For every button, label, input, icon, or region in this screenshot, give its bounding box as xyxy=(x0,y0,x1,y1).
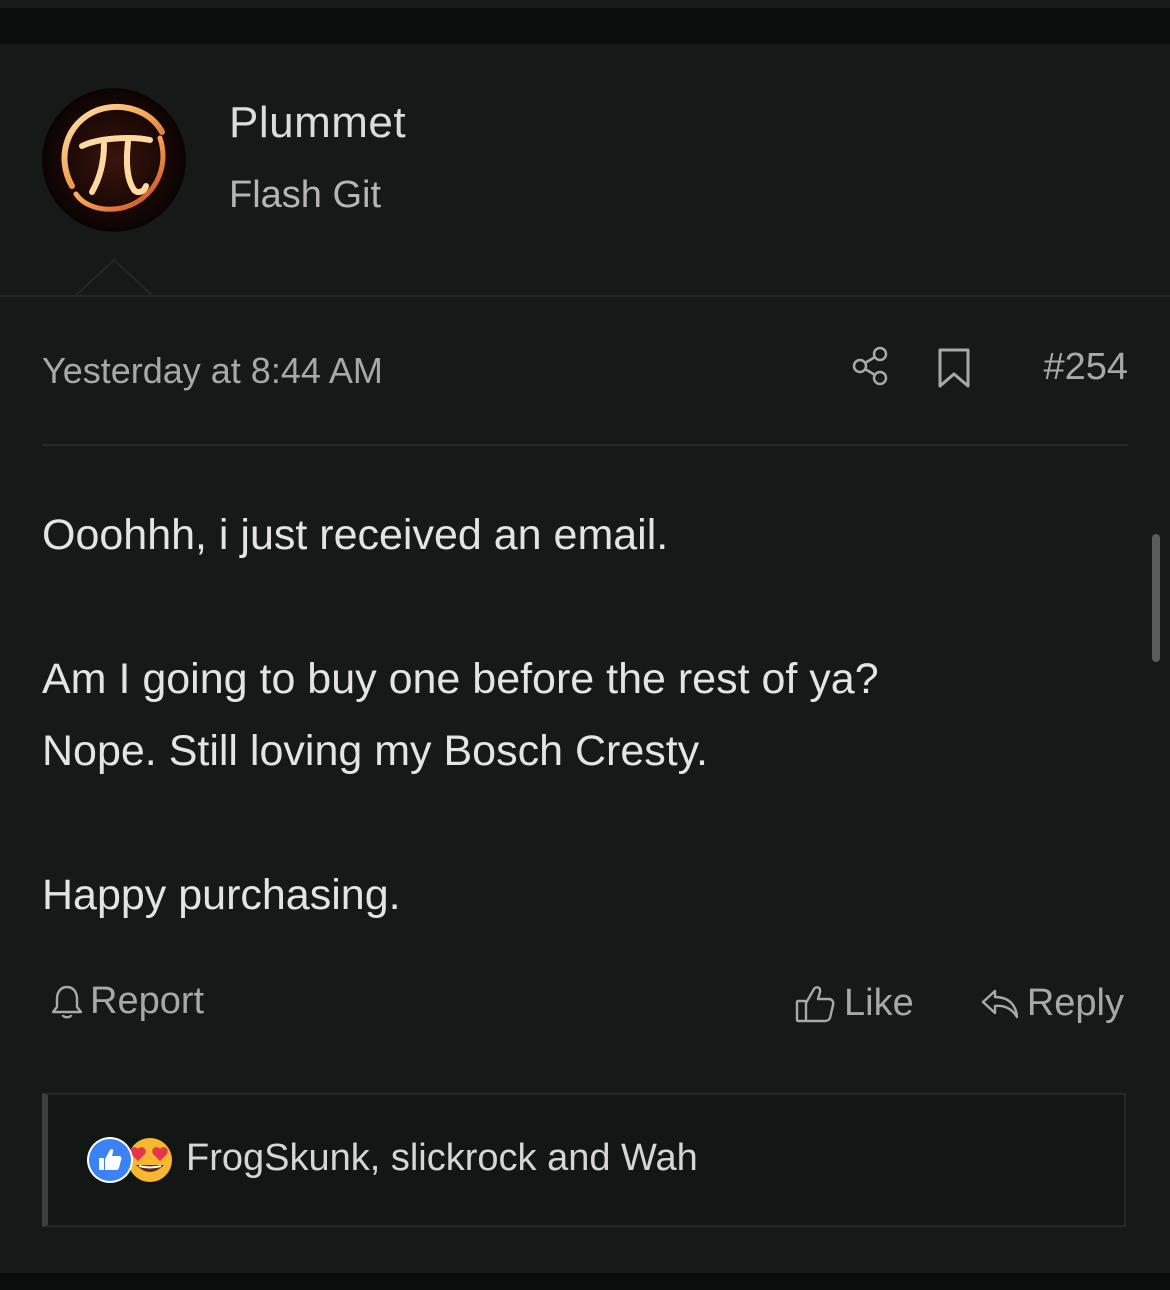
forum-post: Plummet Flash Git Yesterday at 8:44 AM #… xyxy=(0,44,1170,1273)
post-actions-bar: Report Like Reply xyxy=(42,976,1128,1036)
post-user-header: Plummet Flash Git xyxy=(0,44,1170,298)
scrollbar-thumb[interactable] xyxy=(1152,534,1160,662)
post-timestamp[interactable]: Yesterday at 8:44 AM xyxy=(42,350,383,392)
reactions-bar[interactable]: FrogSkunk, slickrock and Wah xyxy=(42,1093,1126,1227)
header-arrow-notch xyxy=(74,258,154,298)
bell-icon xyxy=(51,985,83,1018)
avatar[interactable] xyxy=(42,88,186,232)
reaction-users-link[interactable]: FrogSkunk, slickrock and Wah xyxy=(186,1137,698,1180)
reply-button[interactable]: Reply xyxy=(979,982,1124,1025)
like-button[interactable]: Like xyxy=(794,982,914,1025)
reaction-icons xyxy=(87,1137,172,1183)
post-message-body: Ooohhh, i just received an email. Am I g… xyxy=(42,499,1128,931)
header-divider xyxy=(0,295,1170,297)
post-meta-bar: Yesterday at 8:44 AM #254 xyxy=(42,340,1128,400)
share-icon[interactable] xyxy=(848,344,892,388)
top-strip xyxy=(0,0,1170,44)
meta-divider xyxy=(42,444,1128,446)
report-label: Report xyxy=(90,980,205,1022)
bottom-strip xyxy=(0,1273,1170,1290)
heart-eyes-reaction-icon xyxy=(128,1138,172,1182)
report-button[interactable]: Report xyxy=(50,980,204,1023)
message-line: Happy purchasing. xyxy=(42,871,401,919)
thumbs-up-reaction-icon xyxy=(87,1137,133,1183)
thumbs-up-icon xyxy=(795,985,835,1022)
like-label: Like xyxy=(844,982,914,1024)
pi-fire-avatar-icon xyxy=(42,88,186,232)
top-strip-edge xyxy=(0,0,1170,8)
reply-arrow-icon xyxy=(981,989,1019,1018)
user-title: Flash Git xyxy=(229,174,382,216)
message-line: Ooohhh, i just received an email. xyxy=(42,511,669,559)
username[interactable]: Plummet xyxy=(229,98,406,148)
reply-label: Reply xyxy=(1026,982,1124,1024)
message-line: Am I going to buy one before the rest of… xyxy=(42,655,879,703)
bookmark-icon[interactable] xyxy=(934,346,974,390)
message-line: Nope. Still loving my Bosch Cresty. xyxy=(42,727,708,775)
post-number-link[interactable]: #254 xyxy=(1043,346,1128,389)
